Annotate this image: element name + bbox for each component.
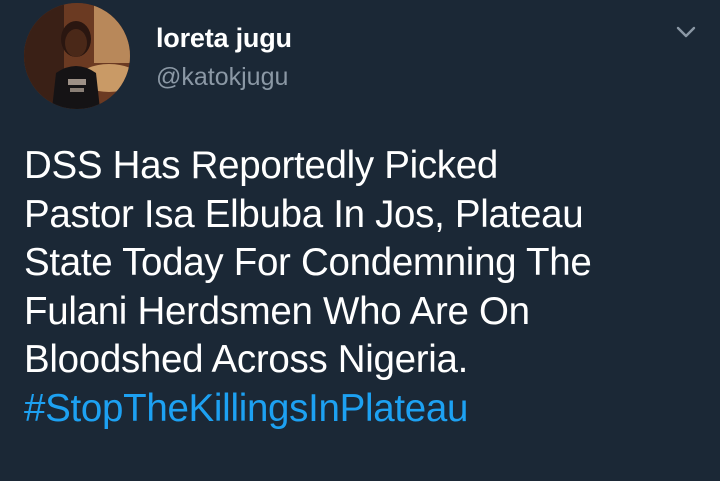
hashtag-link[interactable]: #StopTheKillingsInPlateau — [24, 387, 468, 430]
tweet-text: DSS Has Reportedly Picked Pastor Isa Elb… — [24, 142, 704, 433]
avatar[interactable] — [24, 3, 130, 109]
tweet-text-line: Bloodshed Across Nigeria. — [24, 338, 469, 381]
display-name[interactable]: loreta jugu — [156, 23, 292, 54]
tweet-text-line: Fulani Herdsmen Who Are On — [24, 289, 530, 333]
user-handle[interactable]: @katokjugu — [156, 63, 288, 92]
chevron-down-icon[interactable] — [672, 18, 700, 46]
tweet-text-line: DSS Has Reportedly Picked — [24, 144, 498, 187]
user-avatar-photo-icon — [24, 3, 130, 109]
tweet-text-line: Pastor Isa Elbuba In Jos, Plateau — [24, 192, 584, 236]
tweet-text-line: State Today For Condemning The — [24, 241, 592, 284]
